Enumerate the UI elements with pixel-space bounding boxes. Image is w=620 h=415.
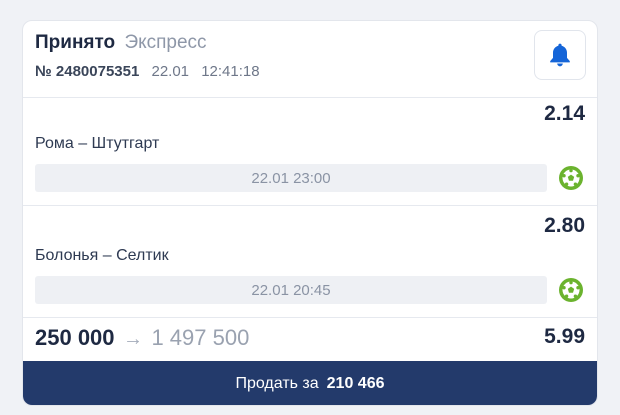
divider	[23, 205, 597, 206]
bet-status: Принято	[35, 32, 116, 53]
sell-button-label: Продать за	[235, 375, 319, 392]
event-row-1: 2.14 Рома – Штутгарт 22.01 23:00	[23, 98, 597, 206]
bet-meta: № 2480075351 22.01 12:41:18	[35, 63, 260, 81]
stake-amount: 250 000	[35, 325, 115, 350]
football-icon	[559, 166, 583, 190]
event-start-time: 22.01 20:45	[35, 276, 547, 304]
bet-card: Принято Экспресс № 2480075351 22.01 12:4…	[22, 20, 598, 406]
bet-type: Экспресс	[124, 32, 207, 53]
bet-number: № 2480075351	[35, 63, 140, 80]
total-odds: 5.99	[544, 325, 585, 348]
bell-icon	[550, 43, 570, 67]
bet-time: 12:41:18	[201, 63, 260, 80]
payout-amount: 1 497 500	[151, 325, 250, 350]
sell-button[interactable]: Продать за 210 466	[23, 361, 597, 405]
sell-button-amount: 210 466	[326, 375, 385, 392]
bet-date: 22.01	[151, 63, 190, 80]
notification-button[interactable]	[534, 30, 586, 80]
football-icon	[559, 278, 583, 302]
event-row-2: 2.80 Болонья – Селтик 22.01 20:45	[23, 210, 597, 318]
arrow-right-icon: →	[122, 328, 143, 350]
bet-summary: 250 000 → 1 497 500 5.99	[35, 325, 585, 355]
bet-header: Принято Экспресс № 2480075351 22.01 12:4…	[35, 32, 260, 81]
event-odds: 2.14	[544, 102, 585, 125]
event-start-time: 22.01 23:00	[35, 164, 547, 192]
event-teams: Рома – Штутгарт	[35, 135, 160, 152]
event-odds: 2.80	[544, 214, 585, 237]
divider	[23, 317, 597, 318]
event-teams: Болонья – Селтик	[35, 247, 169, 264]
status-line: Принято Экспресс	[35, 32, 260, 54]
